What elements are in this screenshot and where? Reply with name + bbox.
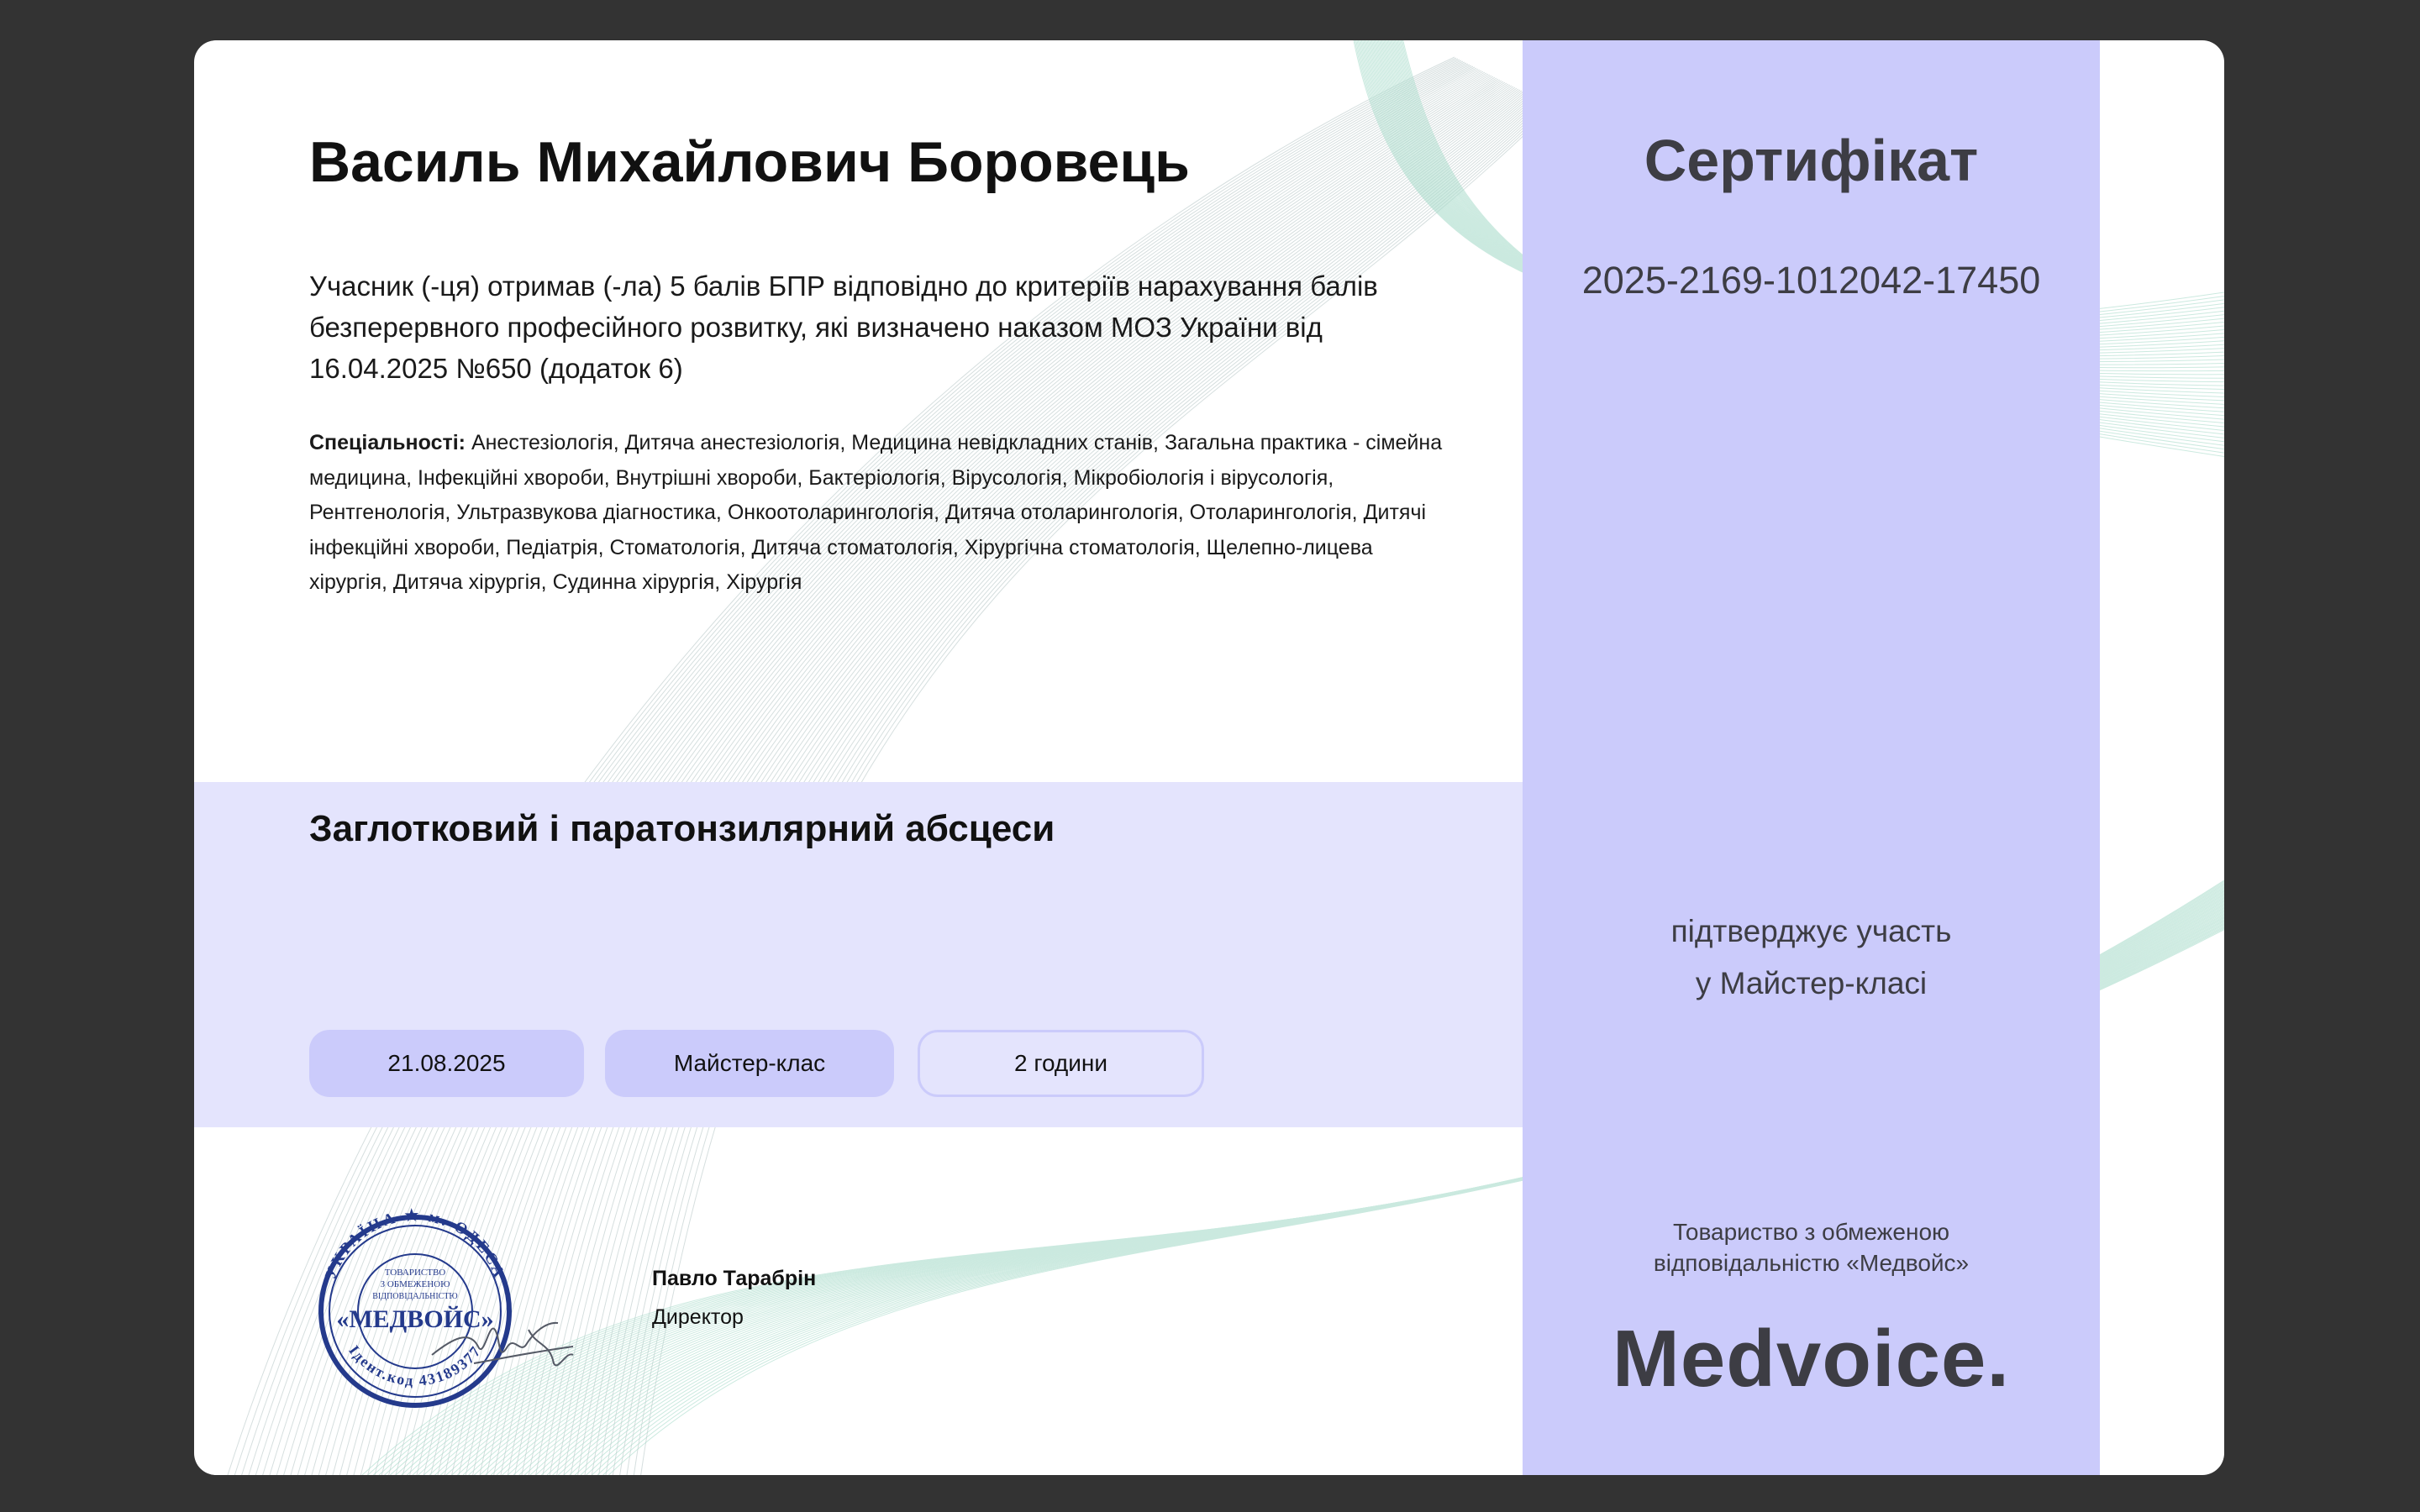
org-line-1: Товариство з обмеженою: [1672, 1219, 1950, 1245]
confirm-line-1: підтверджує участь: [1670, 914, 1952, 948]
stamp-center: «МЕДВОЙС»: [336, 1305, 493, 1333]
certificate-number: 2025-2169-1012042-17450: [1581, 259, 2041, 302]
specialties-label: Спеціальності:: [309, 431, 466, 454]
certificate-title: Сертифікат: [1644, 128, 1979, 193]
stamp-inner-line1: ТОВАРИСТВО: [385, 1268, 446, 1278]
recipient-name: Василь Михайлович Боровець: [309, 130, 1190, 194]
participation-confirmation: підтверджує участь у Майстер-класі: [1523, 906, 2100, 1010]
signatory-name: Павло Тарабрін: [652, 1267, 817, 1290]
signatory-role: Директор: [652, 1305, 744, 1329]
specialties-list: Анестезіологія, Дитяча анестезіологія, М…: [309, 431, 1443, 594]
company-stamp: УКРАЇНА ★ м. ОДЕСА Ідент.код 43189377 ТО…: [318, 1207, 574, 1408]
certificate-card: Василь Михайлович Боровець Учасник (-ця)…: [194, 40, 2224, 1475]
specialties: Спеціальності: Анестезіологія, Дитяча ан…: [309, 426, 1444, 601]
stamp-inner-line2: З ОБМЕЖЕНОЮ: [381, 1279, 450, 1289]
date-chip: 21.08.2025: [309, 1030, 584, 1097]
certificate-description: Учасник (-ця) отримав (-ла) 5 балів БПР …: [309, 270, 1378, 384]
medvoice-logo: Medvoice.: [1612, 1314, 2011, 1404]
course-title: Заглотковий і паратонзилярний абсцеси: [309, 808, 1055, 849]
organization-name: Товариство з обмеженою відповідальністю …: [1523, 1216, 2100, 1278]
confirm-line-2: у Майстер-класі: [1695, 966, 1928, 1000]
org-line-2: відповідальністю «Медвойс»: [1653, 1250, 1970, 1276]
duration-chip: 2 години: [918, 1030, 1204, 1097]
format-chip: Майстер-клас: [605, 1030, 894, 1097]
stamp-inner-line3: ВІДПОВІДАЛЬНІСТЮ: [372, 1292, 457, 1301]
